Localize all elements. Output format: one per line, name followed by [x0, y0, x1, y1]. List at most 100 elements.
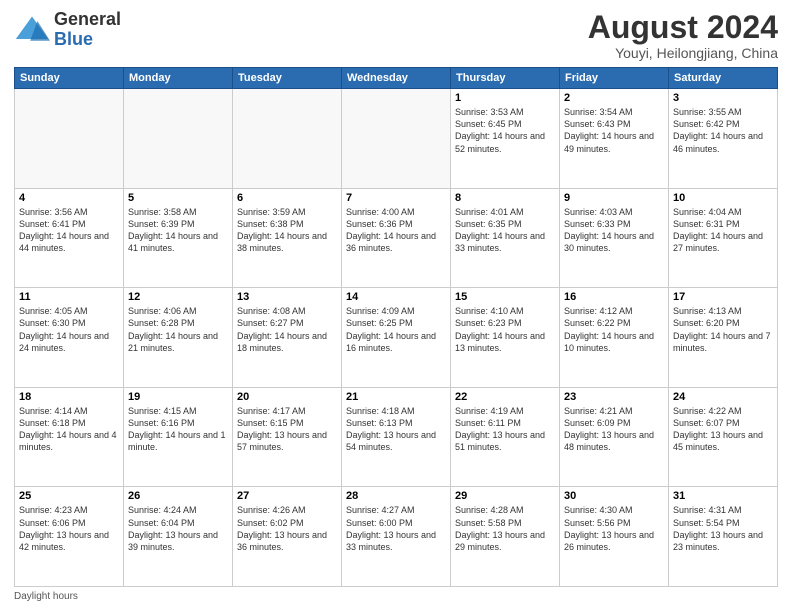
- calendar-cell: [15, 89, 124, 189]
- calendar-cell: 22 Sunrise: 4:19 AM Sunset: 6:11 PM Dayli…: [451, 387, 560, 487]
- day-number: 29: [455, 490, 555, 502]
- calendar-header-row: SundayMondayTuesdayWednesdayThursdayFrid…: [15, 68, 778, 89]
- day-info: Sunrise: 4:10 AM Sunset: 6:23 PM Dayligh…: [455, 305, 555, 354]
- day-number: 10: [673, 192, 773, 204]
- calendar-cell: 24 Sunrise: 4:22 AM Sunset: 6:07 PM Dayli…: [669, 387, 778, 487]
- col-header-wednesday: Wednesday: [342, 68, 451, 89]
- logo-icon: [14, 12, 50, 48]
- day-info: Sunrise: 4:09 AM Sunset: 6:25 PM Dayligh…: [346, 305, 446, 354]
- day-info: Sunrise: 4:08 AM Sunset: 6:27 PM Dayligh…: [237, 305, 337, 354]
- day-info: Sunrise: 4:00 AM Sunset: 6:36 PM Dayligh…: [346, 206, 446, 255]
- day-number: 28: [346, 490, 446, 502]
- calendar-cell: 3 Sunrise: 3:55 AM Sunset: 6:42 PM Daylig…: [669, 89, 778, 189]
- calendar-cell: 28 Sunrise: 4:27 AM Sunset: 6:00 PM Dayli…: [342, 487, 451, 587]
- day-info: Sunrise: 4:19 AM Sunset: 6:11 PM Dayligh…: [455, 405, 555, 454]
- day-number: 24: [673, 391, 773, 403]
- col-header-sunday: Sunday: [15, 68, 124, 89]
- day-info: Sunrise: 4:17 AM Sunset: 6:15 PM Dayligh…: [237, 405, 337, 454]
- calendar-cell: 15 Sunrise: 4:10 AM Sunset: 6:23 PM Dayli…: [451, 288, 560, 388]
- col-header-monday: Monday: [124, 68, 233, 89]
- calendar-cell: 14 Sunrise: 4:09 AM Sunset: 6:25 PM Dayli…: [342, 288, 451, 388]
- calendar-cell: 30 Sunrise: 4:30 AM Sunset: 5:56 PM Dayli…: [560, 487, 669, 587]
- day-number: 9: [564, 192, 664, 204]
- day-number: 23: [564, 391, 664, 403]
- day-info: Sunrise: 4:06 AM Sunset: 6:28 PM Dayligh…: [128, 305, 228, 354]
- day-info: Sunrise: 4:12 AM Sunset: 6:22 PM Dayligh…: [564, 305, 664, 354]
- calendar-cell: 10 Sunrise: 4:04 AM Sunset: 6:31 PM Dayli…: [669, 188, 778, 288]
- page: General Blue August 2024 Youyi, Heilongj…: [0, 0, 792, 612]
- day-number: 30: [564, 490, 664, 502]
- col-header-thursday: Thursday: [451, 68, 560, 89]
- calendar-table: SundayMondayTuesdayWednesdayThursdayFrid…: [14, 67, 778, 587]
- day-info: Sunrise: 4:05 AM Sunset: 6:30 PM Dayligh…: [19, 305, 119, 354]
- calendar-cell: 19Sunrise: 4:15 AM Sunset: 6:16 PM Dayli…: [124, 387, 233, 487]
- day-info: Sunrise: 4:13 AM Sunset: 6:20 PM Dayligh…: [673, 305, 773, 354]
- col-header-tuesday: Tuesday: [233, 68, 342, 89]
- day-info: Sunrise: 4:28 AM Sunset: 5:58 PM Dayligh…: [455, 504, 555, 553]
- calendar-cell: 16 Sunrise: 4:12 AM Sunset: 6:22 PM Dayli…: [560, 288, 669, 388]
- calendar-cell: 6 Sunrise: 3:59 AM Sunset: 6:38 PM Daylig…: [233, 188, 342, 288]
- day-info: Sunrise: 4:27 AM Sunset: 6:00 PM Dayligh…: [346, 504, 446, 553]
- calendar-cell: [124, 89, 233, 189]
- title-block: August 2024 Youyi, Heilongjiang, China: [588, 10, 778, 61]
- day-info: Sunrise: 4:31 AM Sunset: 5:54 PM Dayligh…: [673, 504, 773, 553]
- day-info: Sunrise: 4:15 AM Sunset: 6:16 PM Dayligh…: [128, 405, 228, 454]
- day-info: Sunrise: 4:18 AM Sunset: 6:13 PM Dayligh…: [346, 405, 446, 454]
- day-number: 13: [237, 291, 337, 303]
- day-info: Sunrise: 4:30 AM Sunset: 5:56 PM Dayligh…: [564, 504, 664, 553]
- day-number: 14: [346, 291, 446, 303]
- day-number: 6: [237, 192, 337, 204]
- day-number: 3: [673, 92, 773, 104]
- day-info: Sunrise: 4:04 AM Sunset: 6:31 PM Dayligh…: [673, 206, 773, 255]
- calendar-cell: 29 Sunrise: 4:28 AM Sunset: 5:58 PM Dayli…: [451, 487, 560, 587]
- day-number: 17: [673, 291, 773, 303]
- day-number: 16: [564, 291, 664, 303]
- calendar-cell: [342, 89, 451, 189]
- calendar-cell: 17 Sunrise: 4:13 AM Sunset: 6:20 PM Dayli…: [669, 288, 778, 388]
- day-info: Sunrise: 3:56 AM Sunset: 6:41 PM Dayligh…: [19, 206, 119, 255]
- day-info: Sunrise: 3:54 AM Sunset: 6:43 PM Dayligh…: [564, 106, 664, 155]
- day-info: Sunrise: 4:14 AM Sunset: 6:18 PM Dayligh…: [19, 405, 119, 454]
- day-number: 21: [346, 391, 446, 403]
- calendar-cell: 26Sunrise: 4:24 AM Sunset: 6:04 PM Dayli…: [124, 487, 233, 587]
- col-header-friday: Friday: [560, 68, 669, 89]
- day-number: 8: [455, 192, 555, 204]
- day-number: 22: [455, 391, 555, 403]
- day-number: 20: [237, 391, 337, 403]
- day-info: Sunrise: 3:59 AM Sunset: 6:38 PM Dayligh…: [237, 206, 337, 255]
- day-info: Sunrise: 3:55 AM Sunset: 6:42 PM Dayligh…: [673, 106, 773, 155]
- day-number: 11: [19, 291, 119, 303]
- day-number: 2: [564, 92, 664, 104]
- calendar-cell: 20 Sunrise: 4:17 AM Sunset: 6:15 PM Dayli…: [233, 387, 342, 487]
- day-number: 31: [673, 490, 773, 502]
- footer-note: Daylight hours: [14, 591, 778, 602]
- day-info: Sunrise: 3:53 AM Sunset: 6:45 PM Dayligh…: [455, 106, 555, 155]
- day-info: Sunrise: 4:03 AM Sunset: 6:33 PM Dayligh…: [564, 206, 664, 255]
- day-number: 15: [455, 291, 555, 303]
- location-subtitle: Youyi, Heilongjiang, China: [588, 45, 778, 61]
- week-row-1: 4Sunrise: 3:56 AM Sunset: 6:41 PM Daylig…: [15, 188, 778, 288]
- header: General Blue August 2024 Youyi, Heilongj…: [14, 10, 778, 61]
- calendar-cell: 21 Sunrise: 4:18 AM Sunset: 6:13 PM Dayli…: [342, 387, 451, 487]
- day-number: 18: [19, 391, 119, 403]
- day-number: 12: [128, 291, 228, 303]
- calendar-cell: 27Sunrise: 4:26 AM Sunset: 6:02 PM Dayli…: [233, 487, 342, 587]
- calendar-cell: 11 Sunrise: 4:05 AM Sunset: 6:30 PM Dayli…: [15, 288, 124, 388]
- day-number: 25: [19, 490, 119, 502]
- day-info: Sunrise: 4:21 AM Sunset: 6:09 PM Dayligh…: [564, 405, 664, 454]
- logo-text: General Blue: [54, 10, 121, 50]
- calendar-cell: 5 Sunrise: 3:58 AM Sunset: 6:39 PM Daylig…: [124, 188, 233, 288]
- week-row-2: 11 Sunrise: 4:05 AM Sunset: 6:30 PM Dayli…: [15, 288, 778, 388]
- calendar-cell: 2 Sunrise: 3:54 AM Sunset: 6:43 PM Daylig…: [560, 89, 669, 189]
- calendar-cell: 31 Sunrise: 4:31 AM Sunset: 5:54 PM Dayli…: [669, 487, 778, 587]
- day-info: Sunrise: 4:24 AM Sunset: 6:04 PM Dayligh…: [128, 504, 228, 553]
- day-info: Sunrise: 4:22 AM Sunset: 6:07 PM Dayligh…: [673, 405, 773, 454]
- day-info: Sunrise: 3:58 AM Sunset: 6:39 PM Dayligh…: [128, 206, 228, 255]
- calendar-cell: 25Sunrise: 4:23 AM Sunset: 6:06 PM Dayli…: [15, 487, 124, 587]
- day-number: 5: [128, 192, 228, 204]
- week-row-4: 25Sunrise: 4:23 AM Sunset: 6:06 PM Dayli…: [15, 487, 778, 587]
- logo-blue-text: Blue: [54, 29, 93, 49]
- calendar-cell: 13 Sunrise: 4:08 AM Sunset: 6:27 PM Dayli…: [233, 288, 342, 388]
- day-info: Sunrise: 4:01 AM Sunset: 6:35 PM Dayligh…: [455, 206, 555, 255]
- logo: General Blue: [14, 10, 121, 50]
